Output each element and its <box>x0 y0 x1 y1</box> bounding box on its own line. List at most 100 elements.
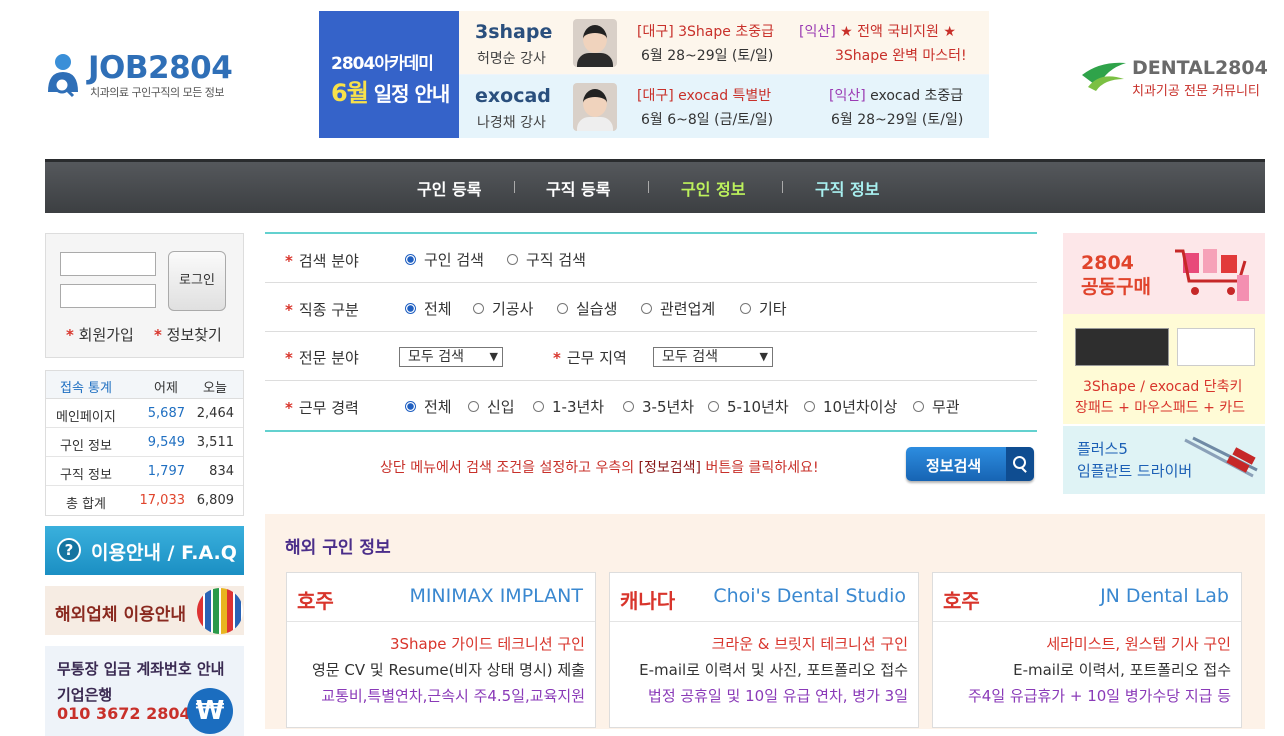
group-buy-ad[interactable]: 2804 공동구매 <box>1063 233 1265 314</box>
stats-row-today: 6,809 <box>196 493 234 508</box>
dental2804-link[interactable]: DENTAL2804 치과기공 전문 커뮤니티 <box>1080 55 1268 100</box>
divider <box>287 621 595 622</box>
stats-row-label: 구인 정보 <box>60 439 112 454</box>
job-apply-method: E-mail로 이력서 및 사진, 포트폴리오 접수 <box>639 661 908 679</box>
radio-career-new[interactable]: 신입 <box>468 396 515 417</box>
region-label: * 근무 지역 <box>553 349 627 367</box>
radio-job-industry[interactable]: 관련업계 <box>641 298 715 319</box>
radio-career-3-5[interactable]: 3-5년차 <box>623 396 694 417</box>
search-button-label: 정보검색 <box>926 457 982 475</box>
logo-name: JOB2804 <box>88 50 233 86</box>
faq-button[interactable]: ? 이용안내 / F.A.Q <box>45 526 244 575</box>
divider <box>46 456 243 457</box>
overseas-guide-button[interactable]: 해외업체 이용안내 <box>45 586 244 635</box>
stats-header-today: 오늘 <box>203 381 227 396</box>
radio-job-trainee[interactable]: 실습생 <box>557 298 617 319</box>
divider <box>265 282 1037 283</box>
job-card[interactable]: 호주 MINIMAX IMPLANT 3Shape 가이드 테크니션 구인 영문… <box>286 572 596 728</box>
job-company: MINIMAX IMPLANT <box>409 585 583 607</box>
search-icon <box>1006 447 1034 481</box>
banner-teacher: 허명순 강사 <box>477 51 546 67</box>
overseas-jobs-title: 해외 구인 정보 <box>285 538 391 558</box>
banner-teacher: 나경채 강사 <box>477 115 546 131</box>
stats-row-yesterday: 5,687 <box>147 406 185 421</box>
implant-driver-icon <box>1184 436 1258 478</box>
faq-label: 이용안내 / F.A.Q <box>91 542 237 564</box>
login-box: 로그인 * 회원가입 * 정보찾기 <box>45 233 244 358</box>
job-benefits: 주4일 유급휴가 + 10일 병가수당 지급 등 <box>967 687 1231 705</box>
person-logo-icon <box>48 54 78 98</box>
job-card[interactable]: 호주 JN Dental Lab 세라미스트, 원스텝 기사 구인 E-mail… <box>932 572 1242 728</box>
site-logo[interactable]: JOB2804 치과의료 구인구직의 모든 정보 <box>46 50 246 110</box>
job-benefits: 교통비,특별연차,근속시 주4.5일,교육지원 <box>321 687 585 705</box>
specialty-label: * 전문 분야 <box>285 349 359 367</box>
main-nav: 구인 등록 구직 등록 구인 정보 구직 정보 <box>45 159 1265 213</box>
question-icon: ? <box>57 538 81 562</box>
job-benefits: 법정 공휴일 및 10일 유급 연차, 병가 3일 <box>648 687 908 705</box>
password-input[interactable] <box>60 284 156 308</box>
bank-name: 기업은행 <box>57 686 113 704</box>
group-buy-title: 2804 공동구매 <box>1081 252 1151 298</box>
radio-career-any[interactable]: 무관 <box>913 396 960 417</box>
radio-career-10plus[interactable]: 10년차이상 <box>804 396 897 417</box>
banner-brand: exocad <box>475 85 551 107</box>
radio-job-other[interactable]: 기타 <box>740 298 787 319</box>
nav-resume-post[interactable]: 구직 등록 <box>546 176 610 200</box>
search-form: * 검색 분야 구인 검색 구직 검색 * 직종 구분 전체 기공사 실습생 관련업… <box>265 232 1037 432</box>
banner-course-2-sub: 3Shape 완벽 마스터! <box>835 48 967 64</box>
job-country: 호주 <box>297 589 334 613</box>
nav-job-post[interactable]: 구인 등록 <box>417 176 481 200</box>
divider <box>265 331 1037 332</box>
stats-header-yesterday: 어제 <box>154 381 178 396</box>
job-position: 세라미스트, 원스텝 기사 구인 <box>1046 635 1231 653</box>
keyboard-pad-ad[interactable]: 3Shape / exocad 단축키 장패드 + 마우스패드 + 카드 <box>1063 314 1265 424</box>
job-apply-method: E-mail로 이력서, 포트폴리오 접수 <box>1013 661 1231 679</box>
job-position: 크라운 & 브릿지 테크니션 구인 <box>711 635 908 653</box>
region-select[interactable]: 모두 검색 ▼ <box>653 347 773 367</box>
job-apply-method: 영문 CV 및 Resume(비자 상태 명시) 제출 <box>312 661 585 679</box>
teacher-photo <box>573 83 617 131</box>
id-input[interactable] <box>60 252 156 276</box>
academy-banner[interactable]: 2804아카데미 6월 일정 안내 3shape 허명순 강사 [대구] 3Sh… <box>319 11 989 138</box>
radio-career-1-3[interactable]: 1-3년차 <box>533 396 604 417</box>
implant-driver-ad[interactable]: 플러스5 임플란트 드라이버 <box>1063 426 1265 494</box>
info-search-button[interactable]: 정보검색 <box>906 447 1034 481</box>
banner-course-2: [익산] exocad 초중급 <box>829 88 964 104</box>
job-type-label: * 직종 구분 <box>285 301 359 319</box>
nav-separator <box>648 181 649 193</box>
radio-career-5-10[interactable]: 5-10년차 <box>708 396 789 417</box>
search-hint: 상단 메뉴에서 검색 조건을 설정하고 우측의 [정보검색] 버튼을 클릭하세요… <box>380 460 819 476</box>
job-company: JN Dental Lab <box>1100 585 1229 607</box>
find-info-link[interactable]: * 정보찾기 <box>154 324 222 345</box>
specialty-select[interactable]: 모두 검색 ▼ <box>399 347 503 367</box>
banner-course: [대구] 3Shape 초중급 <box>637 24 774 40</box>
job-country: 호주 <box>943 589 980 613</box>
leaf-logo-icon <box>1082 62 1126 91</box>
stats-row-today: 3,511 <box>196 435 234 450</box>
bank-account-box: 무통장 입금 계좌번호 안내 기업은행 010 3672 2804 ₩ <box>45 646 244 736</box>
radio-job-search[interactable]: 구인 검색 <box>405 249 484 270</box>
nav-resume-info[interactable]: 구직 정보 <box>815 176 879 200</box>
divider <box>610 621 918 622</box>
overseas-jobs-section: 해외 구인 정보 호주 MINIMAX IMPLANT 3Shape 가이드 테… <box>265 514 1265 729</box>
radio-resume-search[interactable]: 구직 검색 <box>507 249 586 270</box>
bank-title: 무통장 입금 계좌번호 안내 <box>57 660 225 678</box>
stats-row-label: 총 합계 <box>66 497 107 512</box>
banner-course-2-sub: 6월 28~29일 (토/일) <box>831 112 964 128</box>
job-company: Choi's Dental Studio <box>713 585 906 607</box>
nav-separator <box>514 181 515 193</box>
banner-academy-title: 2804아카데미 <box>331 54 434 74</box>
mouse-pad-image <box>1075 328 1169 366</box>
radio-job-all[interactable]: 전체 <box>405 298 452 319</box>
join-link[interactable]: * 회원가입 <box>66 324 134 345</box>
dental-subtitle: 치과기공 전문 커뮤니티 <box>1132 84 1260 99</box>
radio-job-technician[interactable]: 기공사 <box>473 298 533 319</box>
job-card[interactable]: 캐나다 Choi's Dental Studio 크라운 & 브릿지 테크니션 … <box>609 572 919 728</box>
login-button[interactable]: 로그인 <box>168 251 226 311</box>
banner-brand: 3shape <box>475 21 553 43</box>
banner-course-date: 6월 6~8일 (금/토/일) <box>641 112 774 128</box>
logo-subtitle: 치과의료 구인구직의 모든 정보 <box>90 86 225 99</box>
banner-course: [대구] exocad 특별반 <box>637 88 772 104</box>
nav-job-info[interactable]: 구인 정보 <box>681 176 745 200</box>
radio-career-all[interactable]: 전체 <box>405 396 452 417</box>
